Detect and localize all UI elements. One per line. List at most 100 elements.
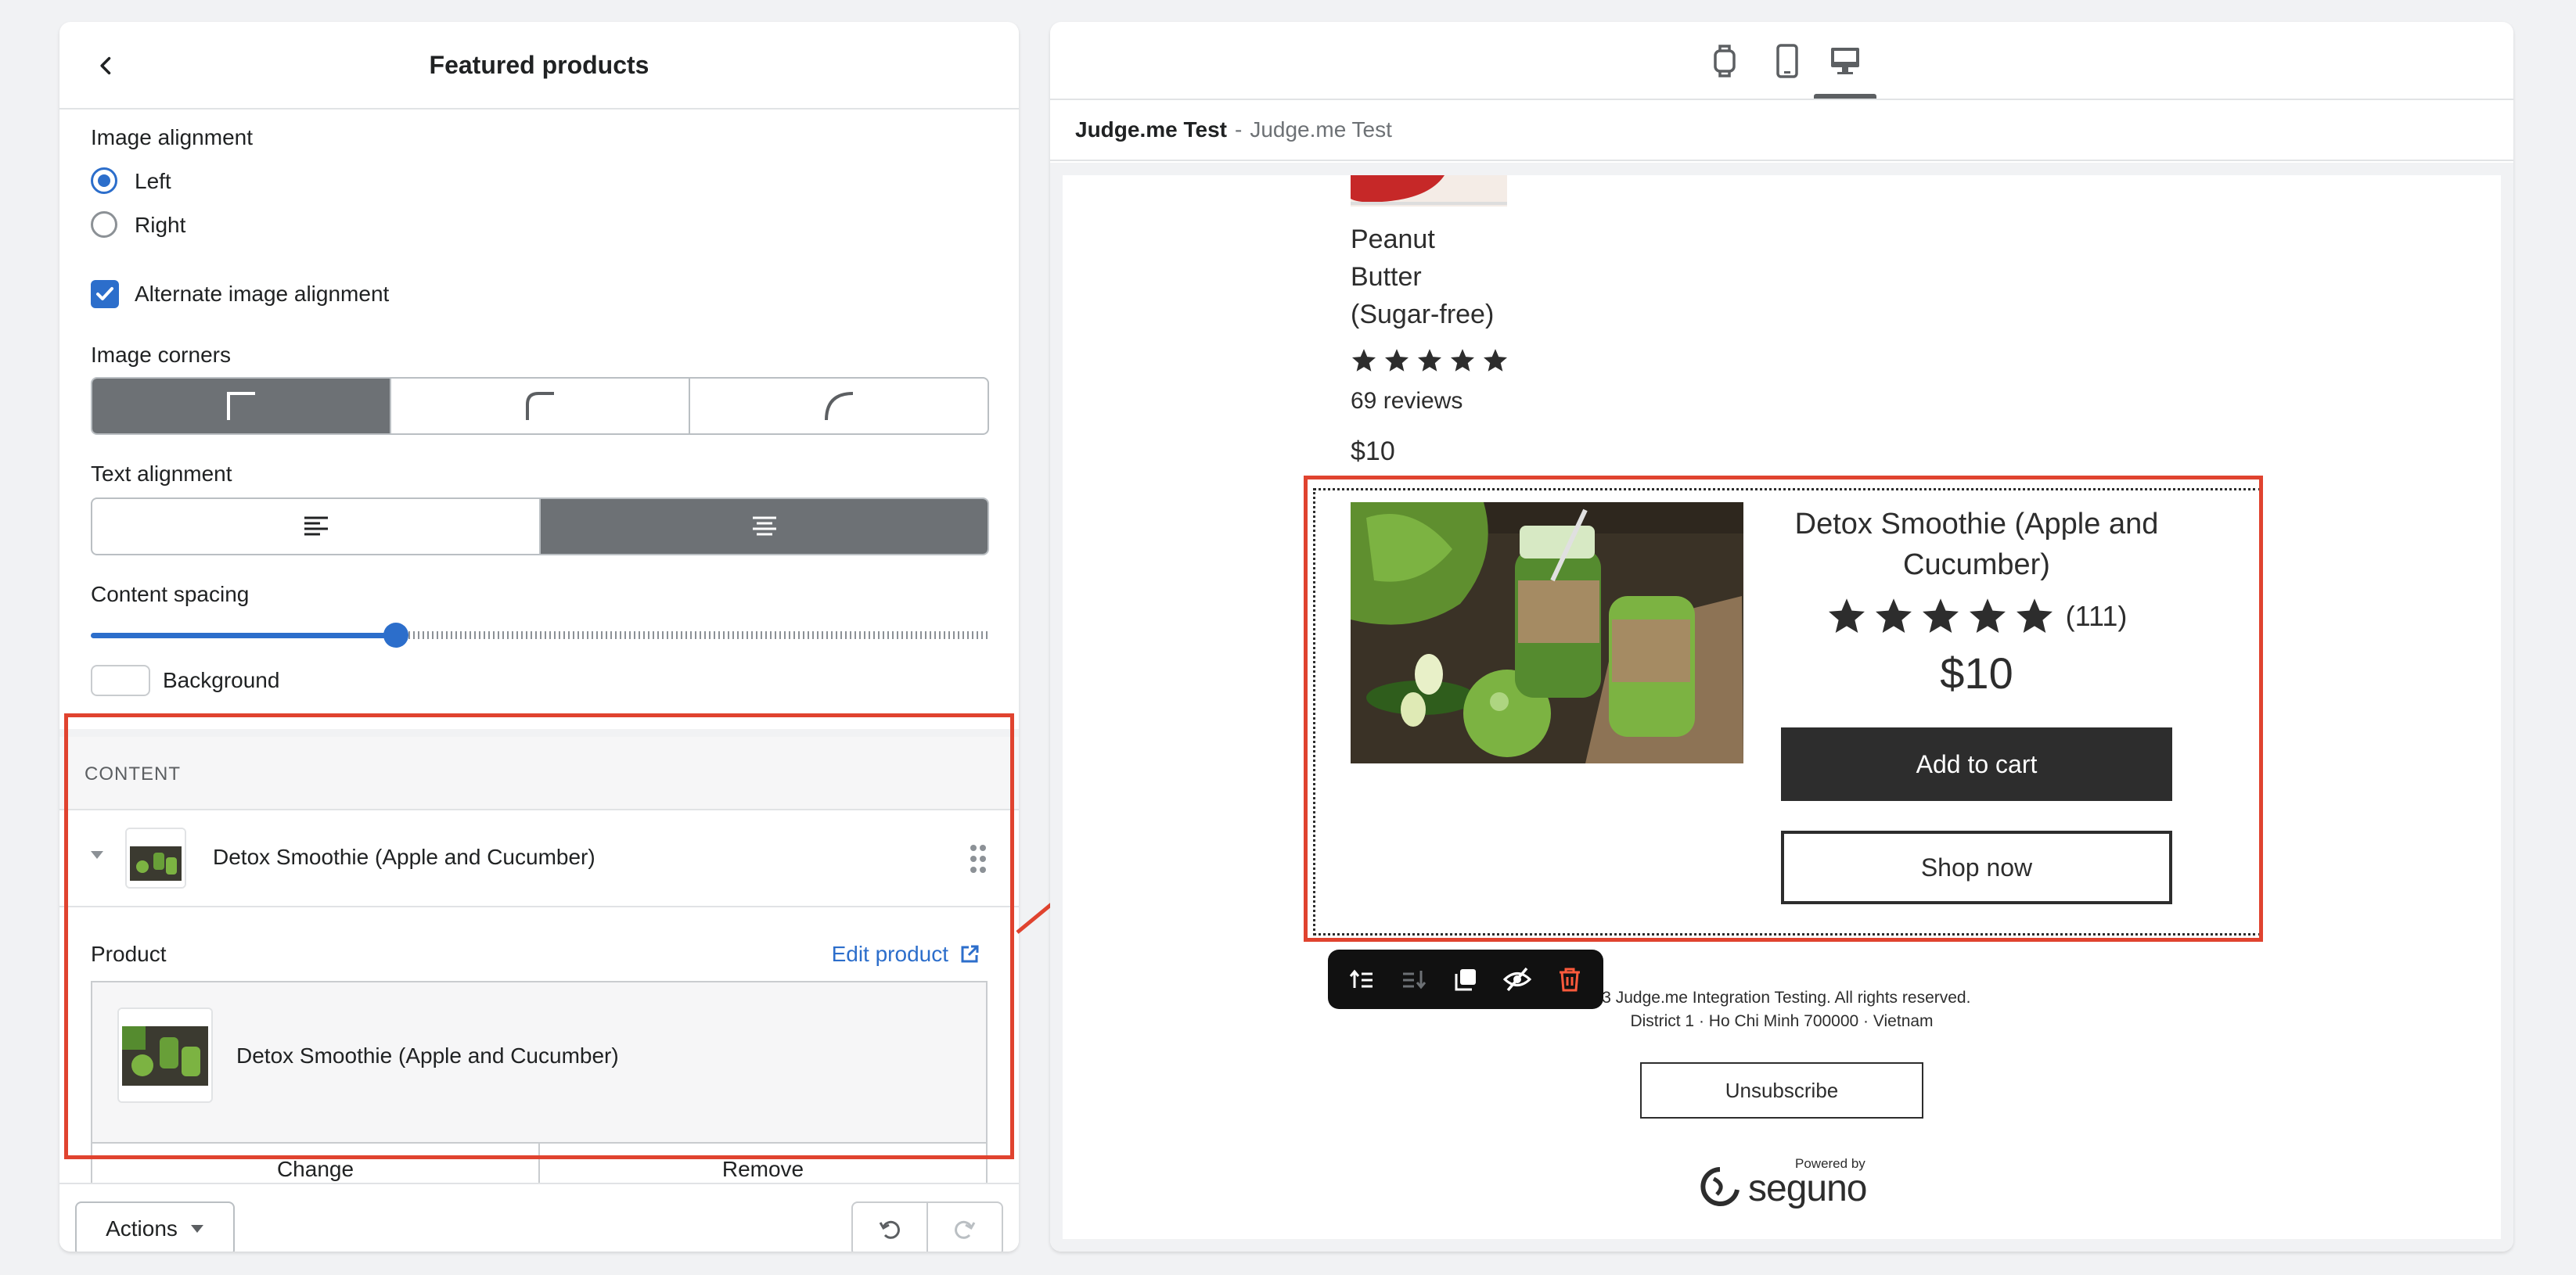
device-watch-button[interactable] [1703, 39, 1747, 83]
radio-left[interactable] [91, 167, 117, 194]
prev-product-image [1351, 175, 1507, 207]
edit-product-link[interactable]: Edit product [832, 942, 980, 967]
panel-header: Featured products [59, 22, 1019, 110]
product-image [127, 829, 185, 887]
round-corner-icon [825, 392, 854, 421]
section-settings-panel: Featured products Image alignment Left R… [59, 22, 1019, 1252]
shop-now-button[interactable]: Shop now [1781, 831, 2172, 904]
email-subject-bar: Judge.me Test - Judge.me Test [1050, 100, 2513, 161]
prev-product-price: $10 [1351, 436, 1395, 466]
text-alignment-label: Text alignment [91, 462, 232, 486]
add-to-cart-button[interactable]: Add to cart [1781, 727, 2172, 801]
footer-copyright: 23 Judge.me Integration Testing. All rig… [1592, 989, 1971, 1007]
background-label: Background [163, 668, 280, 692]
caret-down-icon[interactable] [89, 849, 105, 860]
star-icon [2016, 598, 2053, 634]
text-alignment-selector [91, 497, 989, 555]
square-corner-icon [227, 392, 255, 420]
redo-icon [955, 1220, 976, 1239]
product-image [119, 1009, 211, 1101]
device-desktop-button[interactable] [1823, 39, 1867, 83]
prev-product-name-line: Butter [1351, 262, 1422, 292]
product-image [1351, 175, 1507, 207]
image-alignment-label: Image alignment [91, 125, 254, 149]
panel-title: Featured products [429, 50, 649, 79]
selected-product-card: Detox Smoothie (Apple and Cucumber) [91, 981, 988, 1142]
back-button[interactable] [86, 45, 127, 86]
move-down-icon [1402, 971, 1426, 989]
image-corners-selector [91, 377, 989, 435]
seguno-logo-icon [1700, 1166, 1740, 1206]
star-icon [1417, 349, 1442, 372]
rounded-corner-icon [526, 392, 554, 420]
delete-button[interactable] [1549, 958, 1591, 1000]
slider-thumb[interactable] [383, 623, 408, 648]
content-spacing-slider[interactable] [91, 620, 989, 651]
prev-product-name: Peanut Butter (Sugar-free) [1351, 221, 1494, 333]
move-down-button[interactable] [1393, 958, 1435, 1000]
product-card-name: Detox Smoothie (Apple and Cucumber) [236, 1043, 619, 1068]
powered-by-seguno[interactable]: Powered by seguno [1696, 1156, 1867, 1210]
seguno-brand-text: seguno [1748, 1168, 1867, 1209]
powered-by-text: Powered by [1795, 1156, 1865, 1171]
radio-right[interactable] [91, 211, 117, 238]
device-switcher [1050, 22, 2513, 100]
background-color-swatch[interactable] [91, 665, 150, 696]
product-label: Product [91, 942, 167, 966]
undo-button[interactable] [853, 1203, 928, 1252]
star-icon [1828, 598, 1865, 634]
store-separator: - [1234, 117, 1243, 142]
block-toolbar [1328, 950, 1603, 1009]
store-name: Judge.me Test [1075, 117, 1227, 142]
prev-product-name-line: (Sugar-free) [1351, 300, 1495, 329]
panel-footer: Actions [59, 1183, 1019, 1252]
footer-address: District 1 · Ho Chi Minh 700000 · Vietna… [1630, 1012, 1934, 1030]
star-icon [1875, 598, 1912, 634]
alternate-alignment-checkbox[interactable] [91, 280, 119, 308]
corner-square-button[interactable] [92, 379, 391, 433]
align-left-icon [304, 516, 328, 536]
star-icon [1384, 349, 1409, 372]
star-icon [1483, 349, 1508, 372]
hide-button[interactable] [1496, 958, 1538, 1000]
device-mobile-button[interactable] [1765, 39, 1809, 83]
align-center-button[interactable] [541, 499, 988, 554]
product-card-thumbnail [117, 1007, 213, 1103]
undo-redo-group [851, 1201, 1003, 1252]
watch-icon [1714, 45, 1736, 77]
drag-handle-icon[interactable] [969, 843, 988, 875]
prev-product-rating [1351, 347, 1509, 374]
move-up-icon [1350, 969, 1373, 988]
radio-right-label: Right [135, 213, 186, 237]
featured-stars [1826, 596, 2055, 637]
settings-list: Image alignment Left Right Alternate ima… [59, 110, 1019, 727]
external-link-icon [961, 945, 979, 963]
store-subtitle: Judge.me Test [1250, 117, 1392, 142]
corner-rounded-button[interactable] [391, 379, 690, 433]
featured-product-name: Detox Smoothie (Apple and Cucumber) [1794, 508, 2159, 581]
mobile-icon [1776, 44, 1798, 78]
align-left-button[interactable] [92, 499, 541, 554]
unsubscribe-button[interactable]: Unsubscribe [1640, 1062, 1923, 1119]
featured-product-image [1351, 502, 1743, 763]
alternate-alignment-label: Alternate image alignment [135, 282, 390, 306]
move-up-button[interactable] [1340, 958, 1383, 1000]
star-icon [1922, 598, 1959, 634]
prev-product-reviews: 69 reviews [1351, 388, 1463, 414]
email-preview-area: Peanut Butter (Sugar-free) 69 reviews $1… [1050, 163, 2513, 1252]
featured-product-price: $10 [1940, 648, 2013, 698]
duplicate-button[interactable] [1445, 958, 1487, 1000]
actions-button[interactable]: Actions [75, 1201, 235, 1252]
content-item[interactable]: Detox Smoothie (Apple and Cucumber) [59, 810, 1019, 907]
prev-product-name-line: Peanut [1351, 224, 1435, 254]
actions-label: Actions [106, 1216, 178, 1241]
star-icon [1450, 349, 1475, 372]
redo-button[interactable] [928, 1203, 1002, 1252]
undo-icon [879, 1220, 900, 1239]
seguno-wordmark: Powered by seguno [1748, 1156, 1867, 1210]
corner-round-button[interactable] [690, 379, 988, 433]
chevron-left-icon [100, 56, 111, 75]
item-name: Detox Smoothie (Apple and Cucumber) [213, 845, 595, 869]
featured-review-count: (111) [2065, 600, 2128, 632]
content-title: CONTENT [85, 763, 181, 785]
